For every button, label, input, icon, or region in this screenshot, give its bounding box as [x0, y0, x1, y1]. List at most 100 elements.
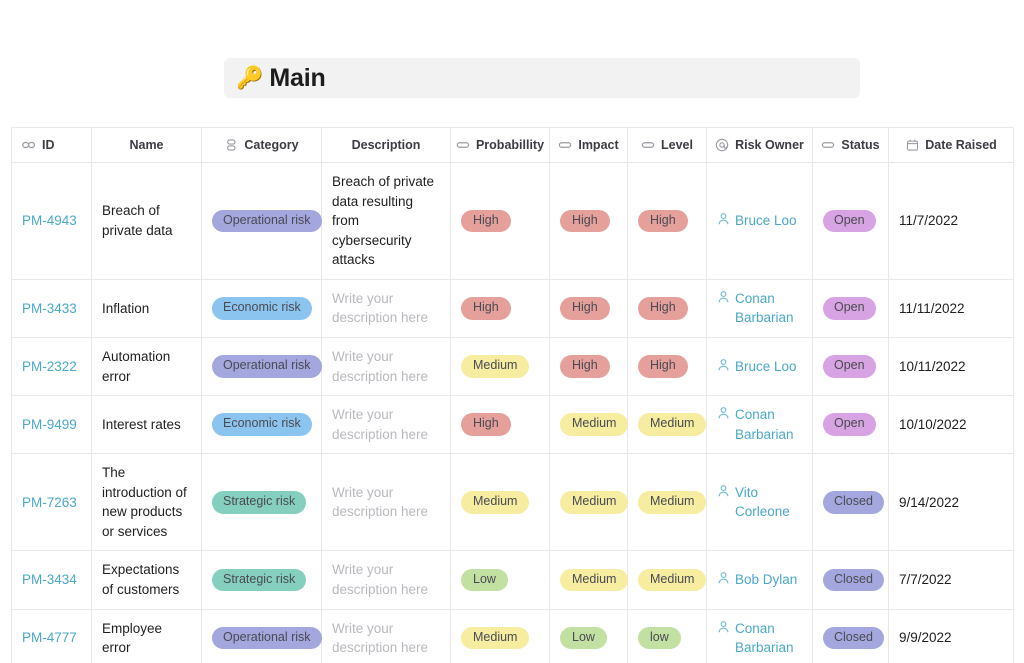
cell-risk-owner[interactable]: Conan Barbarian: [706, 608, 813, 663]
table-row[interactable]: PM-4777 Employee error Operational risk Wri…: [11, 608, 1014, 663]
cell-description[interactable]: Write your description here: [321, 395, 451, 455]
cell-impact[interactable]: Medium: [549, 550, 629, 610]
cell-category[interactable]: Operational risk: [201, 162, 322, 280]
cell-status[interactable]: Open: [812, 162, 889, 280]
table-row[interactable]: PM-3434 Expectations of customers Strategi…: [11, 550, 1014, 610]
cell-category[interactable]: Economic risk: [201, 395, 322, 455]
column-header-category[interactable]: Category: [201, 127, 322, 163]
cell-category[interactable]: Operational risk: [201, 608, 322, 663]
cell-level[interactable]: Medium: [627, 550, 707, 610]
cell-risk-owner[interactable]: Bruce Loo: [706, 336, 813, 397]
risk-owner-chip[interactable]: Conan Barbarian: [717, 289, 802, 328]
record-id-link[interactable]: PM-9499: [12, 406, 91, 444]
record-id-link[interactable]: PM-7263: [12, 484, 91, 522]
cell-category[interactable]: Operational risk: [201, 336, 322, 397]
risk-owner-chip[interactable]: Bruce Loo: [717, 357, 802, 377]
cell-id[interactable]: PM-7263: [11, 453, 92, 552]
column-header-name[interactable]: Name: [91, 127, 202, 163]
cell-level[interactable]: High: [627, 336, 707, 397]
cell-status[interactable]: Closed: [812, 550, 889, 610]
cell-probability[interactable]: High: [450, 395, 550, 455]
cell-probability[interactable]: Medium: [450, 608, 550, 663]
cell-probability[interactable]: Medium: [450, 336, 550, 397]
record-id-link[interactable]: PM-2322: [12, 348, 91, 386]
cell-probability[interactable]: High: [450, 162, 550, 280]
column-header-status[interactable]: Status: [812, 127, 889, 163]
cell-name[interactable]: Expectations of customers: [91, 550, 202, 610]
record-id-link[interactable]: PM-3433: [12, 290, 91, 328]
column-header-probability[interactable]: Probabillity: [450, 127, 550, 163]
cell-probability[interactable]: Low: [450, 550, 550, 610]
cell-risk-owner[interactable]: Vito Corleone: [706, 453, 813, 552]
column-header-description[interactable]: Description: [321, 127, 451, 163]
cell-name[interactable]: Breach of private data: [91, 162, 202, 280]
cell-impact[interactable]: Medium: [549, 453, 629, 552]
cell-status[interactable]: Closed: [812, 608, 889, 663]
cell-impact[interactable]: Low: [549, 608, 628, 663]
record-id-link[interactable]: PM-3434: [12, 561, 91, 599]
cell-description[interactable]: Write your description here: [321, 336, 451, 397]
cell-impact[interactable]: High: [549, 278, 628, 338]
page-title-bar[interactable]: 🔑 Main: [224, 58, 860, 98]
cell-level[interactable]: Medium: [627, 453, 707, 552]
risk-owner-chip[interactable]: Bruce Loo: [717, 211, 802, 231]
cell-level[interactable]: High: [627, 278, 707, 338]
table-row[interactable]: PM-9499 Interest rates Economic risk Write …: [11, 395, 1014, 455]
cell-id[interactable]: PM-3433: [11, 278, 92, 338]
column-header-id[interactable]: ID: [11, 127, 92, 163]
cell-date-raised[interactable]: 9/9/2022: [888, 608, 1014, 663]
cell-status[interactable]: Open: [812, 278, 889, 338]
cell-status[interactable]: Closed: [812, 453, 889, 552]
cell-level[interactable]: High: [627, 162, 707, 280]
column-header-impact[interactable]: Impact: [549, 127, 628, 163]
cell-date-raised[interactable]: 10/10/2022: [888, 395, 1014, 455]
cell-risk-owner[interactable]: Bob Dylan: [706, 550, 813, 610]
table-row[interactable]: PM-4943 Breach of private data Operational…: [11, 162, 1014, 280]
table-row[interactable]: PM-7263 The introduction of new products …: [11, 453, 1014, 552]
cell-level[interactable]: low: [627, 608, 707, 663]
cell-name[interactable]: Employee error: [91, 608, 202, 663]
cell-id[interactable]: PM-3434: [11, 550, 92, 610]
risk-owner-chip[interactable]: Vito Corleone: [717, 483, 802, 522]
cell-risk-owner[interactable]: Conan Barbarian: [706, 395, 813, 455]
cell-probability[interactable]: High: [450, 278, 550, 338]
cell-name[interactable]: Interest rates: [91, 395, 202, 455]
risk-owner-chip[interactable]: Conan Barbarian: [717, 619, 802, 658]
cell-impact[interactable]: High: [549, 336, 628, 397]
table-row[interactable]: PM-2322 Automation error Operational risk W…: [11, 336, 1014, 397]
cell-impact[interactable]: Medium: [549, 395, 629, 455]
record-id-link[interactable]: PM-4777: [12, 619, 91, 657]
record-id-link[interactable]: PM-4943: [12, 202, 91, 240]
table-row[interactable]: PM-3433 Inflation Economic risk Write your …: [11, 278, 1014, 338]
cell-impact[interactable]: High: [549, 162, 628, 280]
cell-status[interactable]: Open: [812, 336, 889, 397]
risk-owner-chip[interactable]: Conan Barbarian: [717, 405, 802, 444]
cell-id[interactable]: PM-9499: [11, 395, 92, 455]
column-header-date_raised[interactable]: Date Raised: [888, 127, 1014, 163]
column-header-level[interactable]: Level: [627, 127, 707, 163]
cell-id[interactable]: PM-4777: [11, 608, 92, 663]
cell-description[interactable]: Write your description here: [321, 550, 451, 610]
cell-risk-owner[interactable]: Conan Barbarian: [706, 278, 813, 338]
cell-date-raised[interactable]: 7/7/2022: [888, 550, 1014, 610]
cell-description[interactable]: Write your description here: [321, 278, 451, 338]
cell-date-raised[interactable]: 11/7/2022: [888, 162, 1014, 280]
cell-date-raised[interactable]: 9/14/2022: [888, 453, 1014, 552]
risk-owner-chip[interactable]: Bob Dylan: [717, 570, 802, 590]
cell-description[interactable]: Write your description here: [321, 453, 451, 552]
cell-category[interactable]: Strategic risk: [201, 550, 322, 610]
cell-name[interactable]: Inflation: [91, 278, 202, 338]
cell-id[interactable]: PM-2322: [11, 336, 92, 397]
cell-category[interactable]: Economic risk: [201, 278, 322, 338]
cell-description[interactable]: Write your description here: [321, 608, 451, 663]
cell-id[interactable]: PM-4943: [11, 162, 92, 280]
cell-name[interactable]: Automation error: [91, 336, 202, 397]
cell-date-raised[interactable]: 10/11/2022: [888, 336, 1014, 397]
cell-status[interactable]: Open: [812, 395, 889, 455]
column-header-risk_owner[interactable]: Risk Owner: [706, 127, 813, 163]
cell-level[interactable]: Medium: [627, 395, 707, 455]
cell-name[interactable]: The introduction of new products or serv…: [91, 453, 202, 552]
cell-category[interactable]: Strategic risk: [201, 453, 322, 552]
cell-description[interactable]: Breach of private data resulting from cy…: [321, 162, 451, 280]
cell-date-raised[interactable]: 11/11/2022: [888, 278, 1014, 338]
